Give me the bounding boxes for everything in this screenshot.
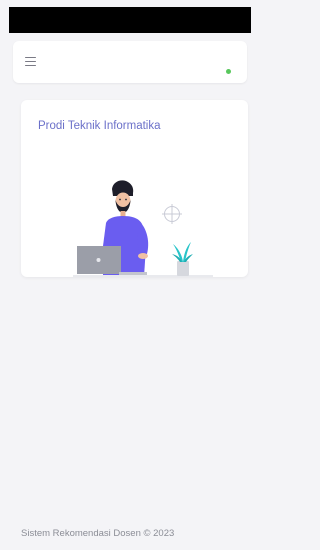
plant-icon (172, 242, 193, 276)
program-card: Prodi Teknik Informatika (21, 100, 248, 277)
online-status-dot (226, 69, 231, 74)
desk-line (73, 275, 213, 277)
top-navbar (13, 41, 247, 83)
developer-illustration (73, 180, 213, 277)
footer-text: Sistem Rekomendasi Dosen © 2023 (21, 528, 175, 539)
card-title: Prodi Teknik Informatika (38, 120, 161, 132)
hamburger-menu-icon[interactable] (25, 57, 36, 66)
status-bar (9, 7, 251, 33)
target-icon (162, 204, 182, 224)
